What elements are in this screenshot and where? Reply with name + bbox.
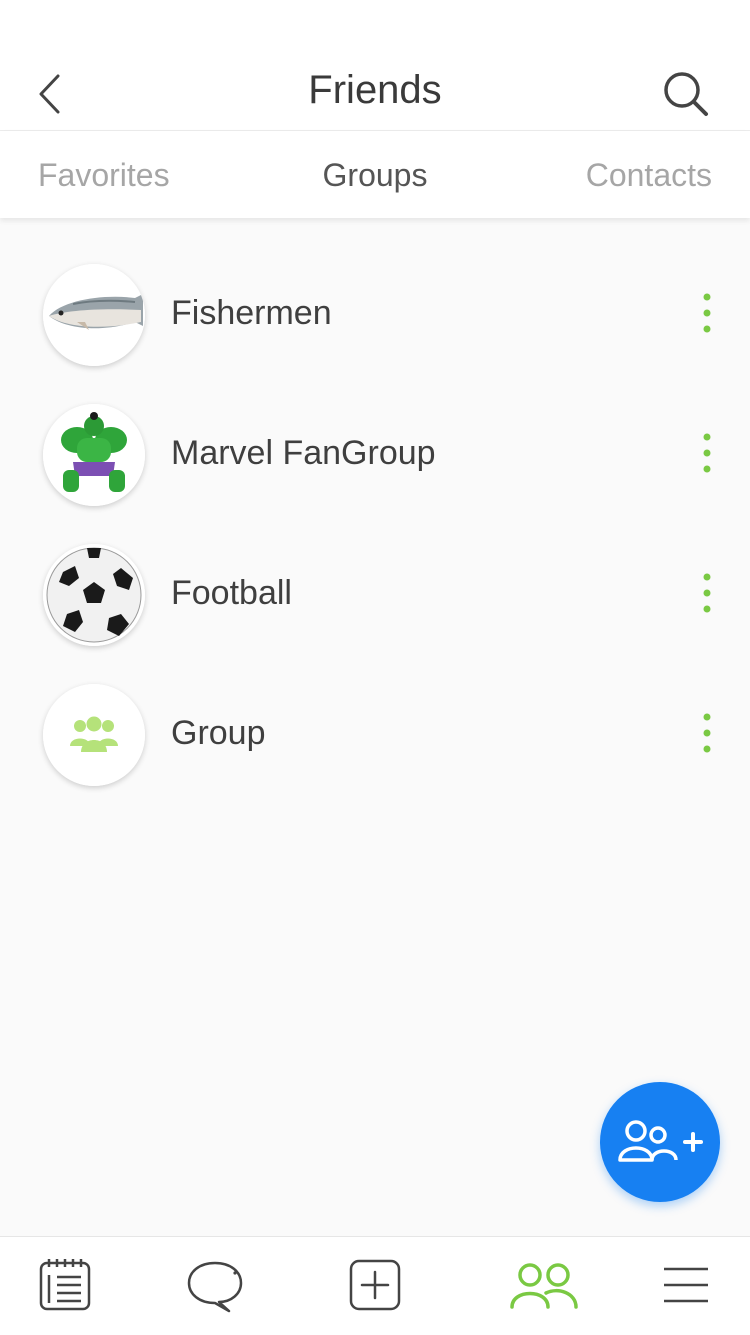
group-avatar	[43, 404, 145, 506]
more-options-button[interactable]	[690, 711, 724, 755]
group-name: Marvel FanGroup	[171, 434, 436, 472]
notes-icon	[39, 1259, 91, 1311]
group-name: Football	[171, 574, 292, 612]
nav-chats[interactable]	[175, 1255, 255, 1319]
tab-bar: Favorites Groups Contacts	[0, 131, 750, 218]
more-options-button[interactable]	[690, 571, 724, 615]
bottom-nav	[0, 1236, 750, 1335]
group-avatar	[43, 544, 145, 646]
chat-bubble-icon	[187, 1261, 243, 1313]
vertical-dots-icon	[703, 293, 711, 333]
group-row-football[interactable]: Football	[0, 523, 750, 663]
vertical-dots-icon	[703, 433, 711, 473]
more-options-button[interactable]	[690, 431, 724, 475]
group-icon	[43, 684, 145, 786]
add-people-icon	[618, 1120, 703, 1162]
soccer-ball-photo	[43, 544, 145, 646]
add-square-icon	[349, 1259, 401, 1311]
group-name: Group	[171, 714, 266, 752]
hulk-figure-photo	[43, 404, 145, 506]
vertical-dots-icon	[703, 573, 711, 613]
group-avatar	[43, 684, 145, 786]
group-avatar	[43, 264, 145, 366]
search-icon	[664, 72, 708, 116]
nav-menu[interactable]	[646, 1255, 726, 1319]
tab-contacts[interactable]: Contacts	[586, 155, 712, 195]
nav-notes[interactable]	[25, 1255, 105, 1319]
group-name: Fishermen	[171, 294, 332, 332]
page-title: Friends	[308, 68, 442, 112]
vertical-dots-icon	[703, 713, 711, 753]
group-row-marvel[interactable]: Marvel FanGroup	[0, 383, 750, 523]
menu-icon	[664, 1267, 708, 1303]
search-button[interactable]	[656, 64, 716, 124]
more-options-button[interactable]	[690, 291, 724, 335]
top-header: Friends	[0, 0, 750, 131]
add-group-fab[interactable]	[600, 1082, 720, 1202]
fish-photo	[43, 264, 145, 366]
nav-create[interactable]	[335, 1255, 415, 1319]
group-row-group[interactable]: Group	[0, 663, 750, 803]
group-row-fishermen[interactable]: Fishermen	[0, 243, 750, 383]
friends-icon	[510, 1263, 578, 1309]
nav-friends[interactable]	[503, 1255, 583, 1319]
